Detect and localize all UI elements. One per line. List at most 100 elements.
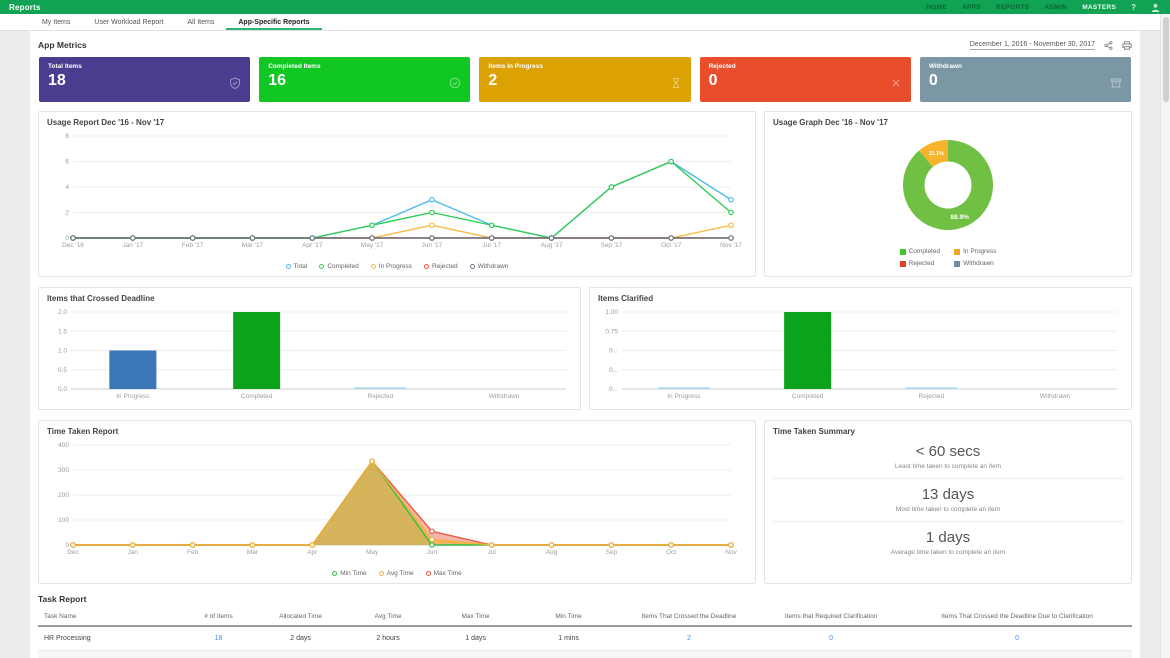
- tab-user-workload-report[interactable]: User Workload Report: [82, 14, 175, 30]
- legend-label: In Progress: [963, 248, 996, 255]
- usage-report-panel: Usage Report Dec '16 - Nov '17 02468Dec …: [38, 111, 756, 277]
- table-cell: HR Processing: [38, 626, 180, 651]
- nav-item-apps[interactable]: APPS: [962, 4, 981, 11]
- card-label: Total Items: [48, 63, 241, 70]
- legend-swatch: [954, 249, 960, 255]
- usage-report-chart: 02468Dec '16Jan '17Feb '17Mar '17Apr '17…: [45, 130, 749, 252]
- table-next-row-strip: [38, 651, 1132, 658]
- time-taken-summary-title: Time Taken Summary: [773, 427, 1123, 436]
- svg-text:Jun: Jun: [427, 549, 438, 556]
- tab-my-items[interactable]: My Items: [30, 14, 82, 30]
- legend-item-max-time[interactable]: Max Time: [426, 570, 462, 577]
- tab-all-items[interactable]: All Items: [176, 14, 227, 30]
- legend-item-rejected[interactable]: Rejected: [424, 263, 458, 270]
- legend-item-withdrawn[interactable]: Withdrawn: [470, 263, 509, 270]
- crossed-deadline-panel: Items that Crossed Deadline 0.00.51.01.5…: [38, 287, 581, 410]
- metric-card-rejected[interactable]: Rejected 0: [700, 57, 911, 102]
- table-cell: 2 hours: [344, 626, 432, 651]
- card-label: Rejected: [709, 63, 902, 70]
- legend-item-completed[interactable]: Completed: [900, 248, 940, 255]
- column-header-items-that-required-clarification: Items that Required Clarification: [760, 608, 902, 626]
- legend-label: Completed: [909, 248, 940, 255]
- time-taken-summary-panel: Time Taken Summary < 60 secsLeast time t…: [764, 420, 1132, 584]
- table-cell-link[interactable]: 0: [760, 626, 902, 651]
- card-value: 0: [709, 72, 902, 90]
- task-report-section: Task Report Task Name# of ItemsAllocated…: [38, 594, 1132, 658]
- legend-item-in-progress[interactable]: In Progress: [371, 263, 412, 270]
- legend-item-total[interactable]: Total: [286, 263, 308, 270]
- nav-item-masters[interactable]: MASTERS: [1082, 4, 1116, 11]
- legend-label: Withdrawn: [963, 260, 994, 267]
- table-row: HR Processing182 days2 hours1 days1 mins…: [38, 626, 1132, 651]
- legend-item-withdrawn[interactable]: Withdrawn: [954, 260, 996, 267]
- svg-text:100: 100: [58, 517, 69, 524]
- legend-item-in-progress[interactable]: In Progress: [954, 248, 996, 255]
- svg-text:0...: 0...: [609, 386, 618, 393]
- summary-caption: Most time taken to complete an item: [773, 506, 1123, 513]
- usage-report-legend: Total Completed In Progress Rejected Withdra…: [39, 263, 755, 270]
- svg-text:Sep '17: Sep '17: [600, 242, 622, 249]
- summary-value: < 60 secs: [773, 443, 1123, 460]
- svg-text:Jul '17: Jul '17: [482, 242, 501, 249]
- date-range-picker[interactable]: December 1, 2016 - November 30, 2017: [970, 41, 1095, 50]
- svg-text:Rejected: Rejected: [919, 393, 945, 400]
- tab-app-specific-reports[interactable]: App-Specific Reports: [226, 14, 321, 30]
- legend-item-rejected[interactable]: Rejected: [900, 260, 940, 267]
- check-circle-icon: [449, 76, 461, 94]
- table-cell-link[interactable]: 0: [902, 626, 1132, 651]
- svg-text:Aug '17: Aug '17: [541, 242, 563, 249]
- column-header-max-time: Max Time: [432, 608, 520, 626]
- user-icon[interactable]: [1151, 3, 1160, 12]
- vertical-scrollbar[interactable]: [1160, 14, 1170, 658]
- legend-label: Completed: [327, 263, 358, 270]
- print-icon[interactable]: [1122, 41, 1132, 50]
- legend-item-completed[interactable]: Completed: [319, 263, 358, 270]
- svg-text:May: May: [366, 549, 379, 556]
- card-label: Completed Items: [268, 63, 461, 70]
- metric-cards: Total Items 18 Completed Items 16 Items In P…: [39, 57, 1131, 102]
- scrollbar-thumb[interactable]: [1163, 17, 1169, 102]
- metric-card-items-in-progress[interactable]: Items In Progress2: [479, 57, 690, 102]
- card-value: 16: [268, 72, 461, 90]
- metric-card-total-items[interactable]: Total Items 18: [39, 57, 250, 102]
- svg-text:In Progress: In Progress: [667, 393, 701, 400]
- share-icon[interactable]: [1104, 41, 1113, 50]
- legend-label: Max Time: [434, 570, 462, 577]
- svg-text:Jan '17: Jan '17: [122, 242, 143, 249]
- legend-item-avg-time[interactable]: Avg Time: [379, 570, 414, 577]
- legend-item-min-time[interactable]: Min Time: [332, 570, 366, 577]
- help-icon[interactable]: ?: [1131, 3, 1136, 12]
- nav-item-admin[interactable]: ADMIN: [1044, 4, 1067, 11]
- legend-label: Rejected: [909, 260, 935, 267]
- svg-text:0.75: 0.75: [605, 328, 618, 335]
- card-value: 18: [48, 72, 241, 90]
- table-cell-link[interactable]: 18: [180, 626, 257, 651]
- column-header-avg-time: Avg Time: [344, 608, 432, 626]
- svg-text:Jun '17: Jun '17: [422, 242, 443, 249]
- items-clarified-panel: Items Clarified 0...0...0...0.751.00In P…: [589, 287, 1132, 410]
- svg-text:300: 300: [58, 467, 69, 474]
- date-range-controls: December 1, 2016 - November 30, 2017: [970, 41, 1132, 50]
- svg-text:Oct: Oct: [666, 549, 676, 556]
- time-taken-report-title: Time Taken Report: [47, 427, 747, 436]
- legend-label: Rejected: [432, 263, 458, 270]
- usage-graph-legend: Completed In Progress Rejected Withdrawn: [773, 248, 1123, 267]
- usage-graph-donut-chart: 88.9%11.1%: [773, 130, 1123, 240]
- legend-swatch: [954, 261, 960, 267]
- nav-item-home[interactable]: HOME: [926, 4, 947, 11]
- column-header-min-time: Min Time: [519, 608, 617, 626]
- summary-block-0: < 60 secsLeast time taken to complete an…: [773, 436, 1123, 479]
- time-taken-legend: Min Time Avg Time Max Time: [39, 570, 755, 577]
- svg-text:Oct '17: Oct '17: [661, 242, 682, 249]
- svg-text:Feb: Feb: [187, 549, 199, 556]
- table-cell-link[interactable]: 2: [618, 626, 760, 651]
- svg-text:0: 0: [65, 235, 69, 242]
- card-value: 0: [929, 72, 1122, 90]
- metric-card-completed-items[interactable]: Completed Items 16: [259, 57, 470, 102]
- metric-card-withdrawn[interactable]: Withdrawn0: [920, 57, 1131, 102]
- legend-swatch: [470, 264, 475, 269]
- svg-text:2: 2: [65, 210, 69, 217]
- nav-item-reports[interactable]: REPORTS: [996, 4, 1030, 11]
- metrics-header: App Metrics December 1, 2016 - November …: [38, 37, 1132, 53]
- svg-text:Nov '17: Nov '17: [720, 242, 742, 249]
